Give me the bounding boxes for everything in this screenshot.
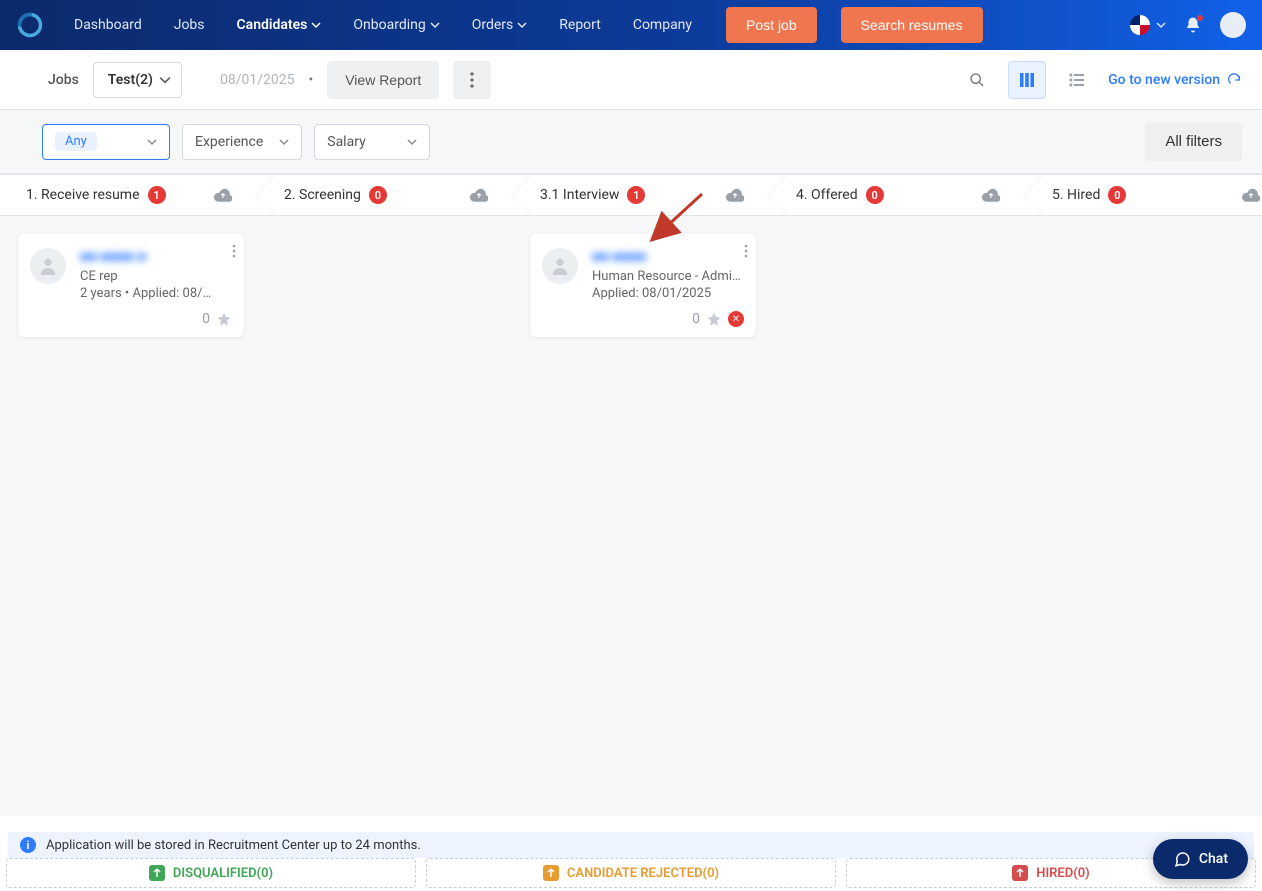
search-button[interactable] (958, 61, 996, 99)
column-receive-resume: ■■ ■■■■ ■ CE rep 2 years • Applied: 08/…… (18, 234, 274, 816)
list-view-button[interactable] (1058, 61, 1096, 99)
bottom-buckets: DISQUALIFIED(0) CANDIDATE REJECTED(0) HI… (6, 858, 1256, 888)
post-job-button[interactable]: Post job (726, 7, 817, 43)
star-icon[interactable] (706, 311, 722, 327)
chevron-down-icon (159, 74, 171, 86)
stage-count-badge: 0 (866, 186, 884, 204)
topnav-right (1130, 12, 1246, 38)
date-text: 08/01/2025 (220, 72, 295, 88)
avatar-icon (30, 248, 66, 284)
kebab-icon (470, 72, 474, 88)
chevron-down-icon (311, 20, 321, 30)
candidate-meta: 2 years • Applied: 08/… (80, 286, 232, 301)
stage-receive-resume[interactable]: 1. Receive resume 1 (0, 175, 256, 215)
kebab-icon (232, 244, 236, 258)
kebab-icon (744, 244, 748, 258)
job-selector[interactable]: Test(2) (93, 62, 182, 98)
chevron-down-icon (407, 137, 417, 147)
stage-offered[interactable]: 4. Offered 0 (768, 175, 1024, 215)
candidate-card[interactable]: ■■ ■■■■ Human Resource - Admin… Applied:… (530, 234, 756, 337)
columns-icon (1019, 72, 1035, 88)
view-report-button[interactable]: View Report (327, 61, 439, 99)
arrow-up-icon (149, 865, 165, 881)
candidate-meta: Applied: 08/01/2025 (592, 286, 744, 301)
notifications-button[interactable] (1184, 16, 1202, 34)
person-icon (37, 255, 59, 277)
candidate-card[interactable]: ■■ ■■■■ ■ CE rep 2 years • Applied: 08/…… (18, 234, 244, 337)
info-icon: i (20, 837, 36, 853)
chat-icon (1173, 850, 1191, 868)
card-menu-button[interactable] (744, 244, 748, 258)
candidate-name: ■■ ■■■■ (592, 248, 744, 265)
more-actions-button[interactable] (453, 61, 491, 99)
kanban-board: ■■ ■■■■ ■ CE rep 2 years • Applied: 08/…… (0, 216, 1262, 816)
external-link-icon (1226, 72, 1242, 88)
star-icon[interactable] (216, 311, 232, 327)
nav-company[interactable]: Company (619, 0, 706, 50)
stage-screening[interactable]: 2. Screening 0 (256, 175, 512, 215)
cloud-icon (982, 188, 1000, 202)
stage-interview[interactable]: 3.1 Interview 1 (512, 175, 768, 215)
uk-flag-icon (1130, 15, 1150, 35)
nav-orders[interactable]: Orders (458, 0, 542, 50)
notification-dot (1196, 14, 1204, 22)
nav-dashboard[interactable]: Dashboard (60, 0, 156, 50)
stage-count-badge: 0 (369, 186, 387, 204)
card-menu-button[interactable] (232, 244, 236, 258)
card-score: 0 (692, 311, 700, 327)
card-score: 0 (202, 311, 210, 327)
person-icon (549, 255, 571, 277)
user-avatar[interactable] (1220, 12, 1246, 38)
candidate-name: ■■ ■■■■ ■ (80, 248, 232, 265)
nav-candidates[interactable]: Candidates (223, 0, 336, 50)
bucket-disqualified[interactable]: DISQUALIFIED(0) (6, 858, 416, 888)
avatar-icon (542, 248, 578, 284)
arrow-up-icon (1012, 865, 1028, 881)
stage-hired[interactable]: 5. Hired 0 (1024, 175, 1262, 215)
bucket-candidate-rejected[interactable]: CANDIDATE REJECTED(0) (426, 858, 836, 888)
list-icon (1069, 72, 1085, 88)
all-filters-button[interactable]: All filters (1145, 123, 1242, 161)
search-resumes-button[interactable]: Search resumes (841, 7, 983, 43)
reject-icon[interactable]: ✕ (728, 311, 744, 327)
column-screening (274, 234, 530, 816)
logo-icon (16, 11, 44, 39)
top-nav: Dashboard Jobs Candidates Onboarding Ord… (0, 0, 1262, 50)
info-banner: i Application will be stored in Recruitm… (8, 832, 1254, 858)
filter-experience[interactable]: Experience (182, 124, 302, 160)
jobs-label: Jobs (48, 72, 79, 88)
chevron-down-icon (1156, 20, 1166, 30)
filter-bar: Any Experience Salary All filters (0, 110, 1262, 174)
stage-count-badge: 1 (627, 186, 645, 204)
go-to-new-version-link[interactable]: Go to new version (1108, 72, 1242, 88)
cloud-icon (726, 188, 744, 202)
chevron-down-icon (279, 137, 289, 147)
cloud-icon (214, 188, 232, 202)
nav-onboarding[interactable]: Onboarding (339, 0, 453, 50)
cloud-icon (470, 188, 488, 202)
arrow-up-icon (543, 865, 559, 881)
nav-jobs[interactable]: Jobs (160, 0, 219, 50)
stage-count-badge: 1 (148, 186, 166, 204)
chevron-down-icon (147, 137, 157, 147)
info-text: Application will be stored in Recruitmen… (46, 838, 421, 853)
kanban-view-button[interactable] (1008, 61, 1046, 99)
sub-bar: Jobs Test(2) 08/01/2025 • View Report Go… (0, 50, 1262, 110)
filter-salary[interactable]: Salary (314, 124, 430, 160)
chevron-down-icon (430, 20, 440, 30)
chevron-down-icon (517, 20, 527, 30)
pipeline-stages: 1. Receive resume 1 2. Screening 0 3.1 I… (0, 174, 1262, 216)
candidate-position: CE rep (80, 269, 230, 284)
cloud-icon (1242, 188, 1260, 202)
search-icon (969, 72, 985, 88)
language-selector[interactable] (1130, 15, 1166, 35)
dot-separator: • (308, 72, 313, 88)
column-interview: ■■ ■■■■ Human Resource - Admin… Applied:… (530, 234, 786, 816)
filter-any[interactable]: Any (42, 124, 170, 160)
candidate-position: Human Resource - Admin… (592, 269, 742, 284)
stage-count-badge: 0 (1108, 186, 1126, 204)
chat-button[interactable]: Chat (1153, 839, 1248, 879)
nav-report[interactable]: Report (545, 0, 615, 50)
